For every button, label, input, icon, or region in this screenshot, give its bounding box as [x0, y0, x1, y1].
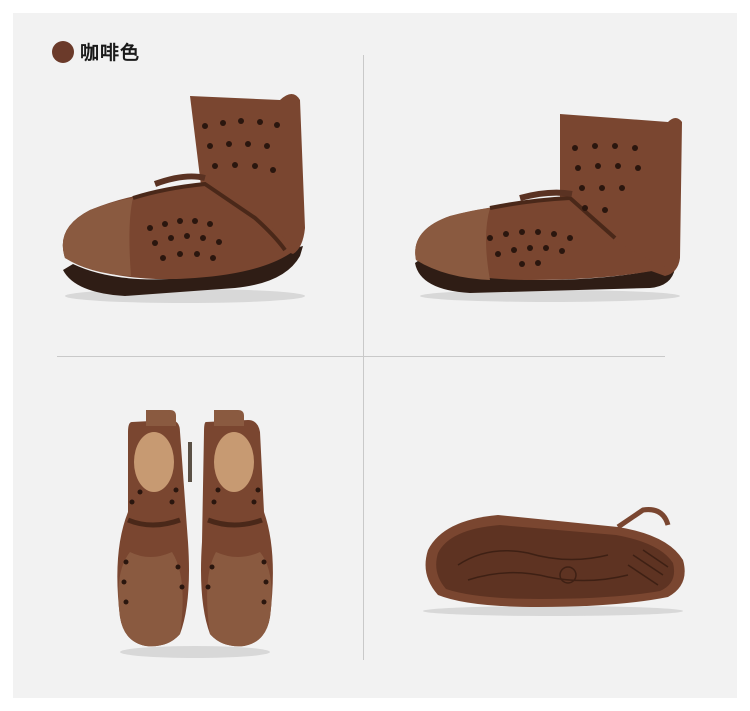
vertical-divider: [363, 55, 364, 660]
boot-side-view-right: [415, 114, 682, 302]
color-label: 咖啡色: [52, 38, 140, 65]
horizontal-divider: [57, 356, 665, 357]
color-name: 咖啡色: [80, 42, 141, 64]
boots-front-view: [117, 410, 273, 658]
boot-sole-view: [423, 507, 685, 616]
boot-side-view-left: [62, 94, 305, 303]
color-swatch: [52, 40, 74, 63]
